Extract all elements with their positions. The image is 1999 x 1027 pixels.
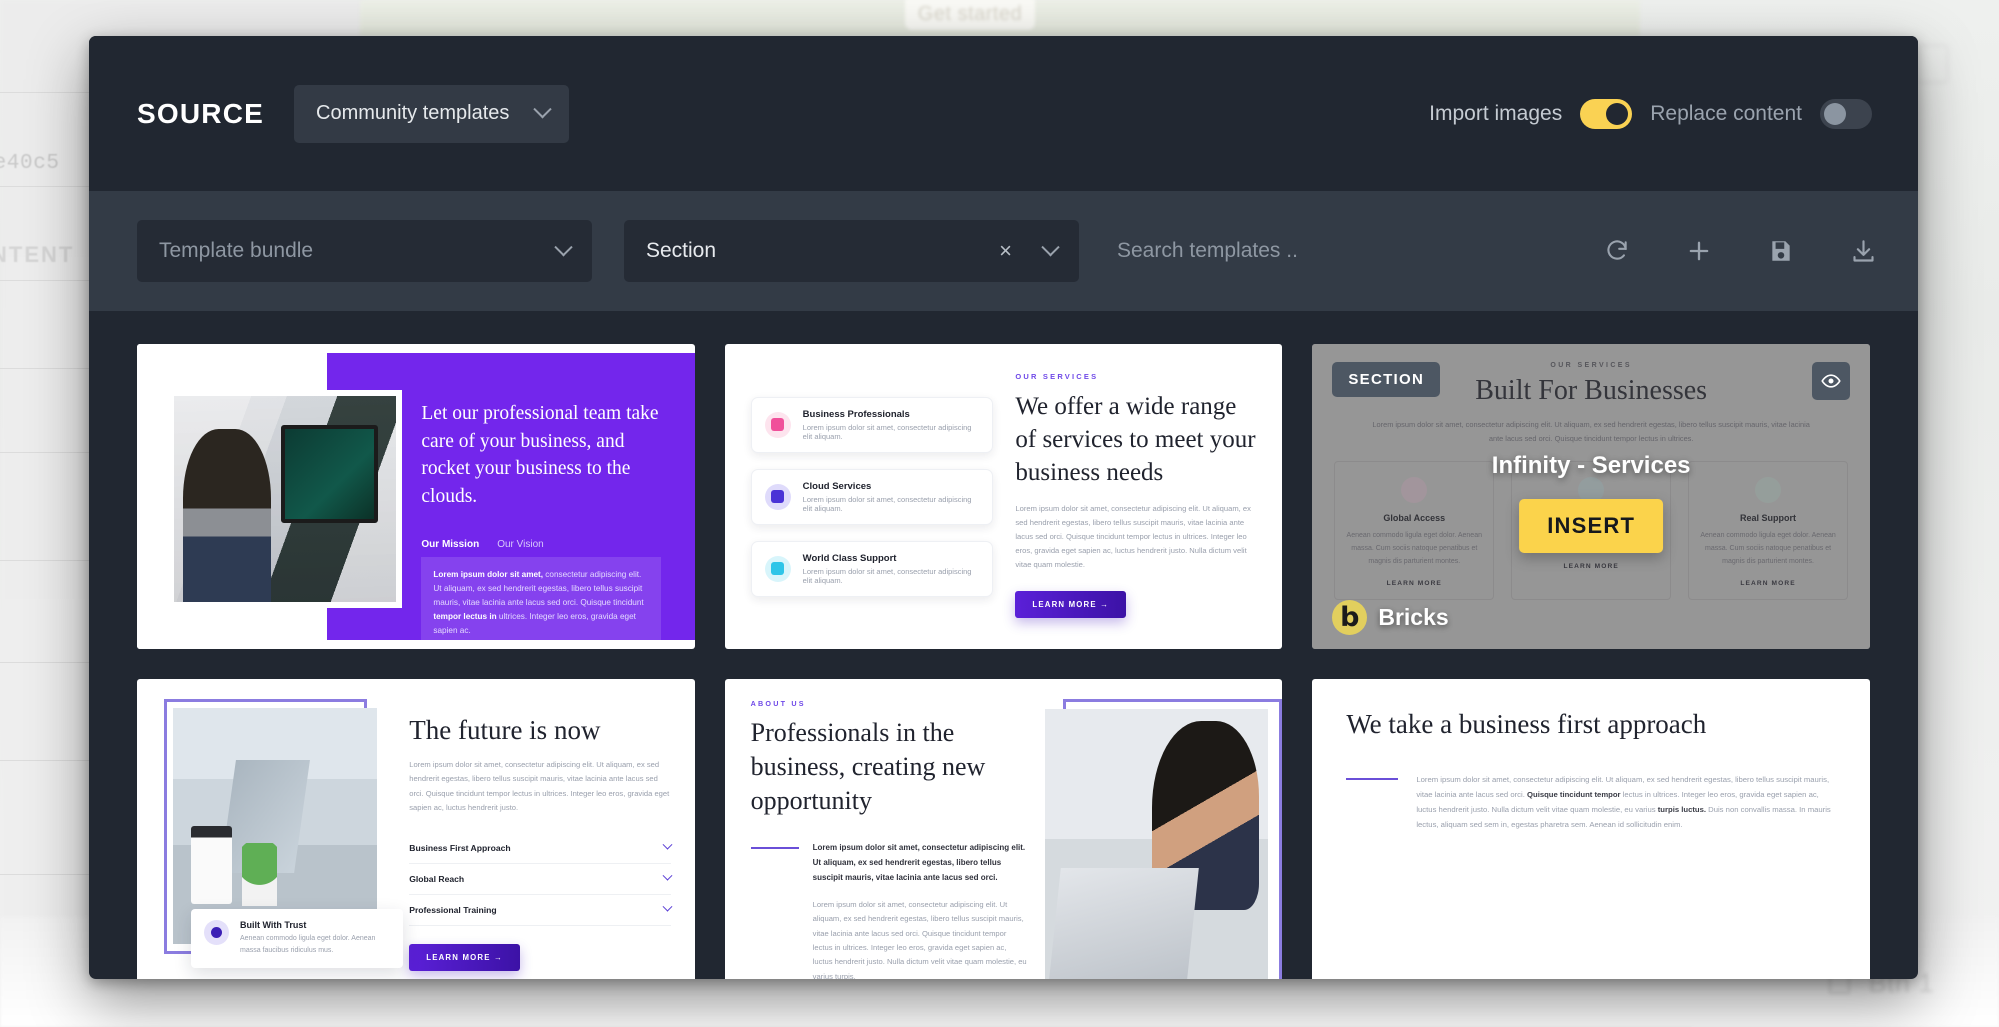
bullet-icon <box>204 920 229 945</box>
template-card-professionals-in-the-business[interactable]: ABOUT US Professionals in the business, … <box>725 679 1283 979</box>
template-bundle-select[interactable]: Template bundle <box>137 220 592 282</box>
search-input[interactable] <box>1117 239 1537 263</box>
template-type-value: Section <box>646 239 716 263</box>
card2-feature-desc: Lorem ipsum dolor sit amet, consectetur … <box>803 495 980 513</box>
card5-eyebrow: ABOUT US <box>751 699 1027 708</box>
card6-body-b: Quisque tincidunt tempor <box>1527 790 1621 799</box>
accordion-label: Professional Training <box>409 905 496 915</box>
card4-heading: The future is now <box>409 715 670 746</box>
save-icon[interactable] <box>1766 236 1796 266</box>
card5-photo <box>1045 709 1268 979</box>
insert-button[interactable]: INSERT <box>1519 499 1663 553</box>
card4-callout-desc: Aenean commodo ligula eget dolor. Aenean… <box>240 933 390 958</box>
template-grid: Let our professional team take care of y… <box>89 311 1918 979</box>
card2-feature-row: World Class Support Lorem ipsum dolor si… <box>751 541 994 597</box>
card5-media <box>1045 699 1282 979</box>
bricks-brand: b Bricks <box>1332 600 1448 635</box>
accordion-item[interactable]: Global Reach <box>409 864 670 895</box>
plus-icon[interactable] <box>1684 236 1714 266</box>
preview-eye-button[interactable] <box>1812 362 1850 400</box>
template-type-select[interactable]: Section × <box>624 220 1079 282</box>
card2-feature-desc: Lorem ipsum dolor sit amet, consectetur … <box>803 423 980 441</box>
chevron-down-icon <box>1041 238 1059 256</box>
source-select-value: Community templates <box>316 102 509 125</box>
source-select[interactable]: Community templates <box>294 85 569 143</box>
background-get-started-tab: Get started <box>905 0 1035 30</box>
card5-body-muted: Lorem ipsum dolor sit amet, consectetur … <box>813 898 1027 979</box>
check-icon <box>765 412 791 438</box>
chevron-down-icon <box>662 902 672 912</box>
import-images-toggle[interactable] <box>1580 99 1632 129</box>
card1-photo <box>168 390 402 608</box>
header-toggles: Import images Replace content <box>1429 99 1872 129</box>
card1-heading: Let our professional team take care of y… <box>421 400 661 511</box>
chevron-down-icon <box>554 238 572 256</box>
templates-modal: SOURCE Community templates Import images… <box>89 36 1918 979</box>
card2-feature-title: Business Professionals <box>803 409 980 420</box>
template-card-business-first-approach[interactable]: We take a business first approach Lorem … <box>1312 679 1870 979</box>
divider <box>751 847 799 849</box>
divider <box>1346 778 1398 780</box>
card4-callout-title: Built With Trust <box>240 920 390 930</box>
template-card-built-for-businesses[interactable]: OUR SERVICES Built For Businesses Lorem … <box>1312 344 1870 649</box>
template-card-wide-range-of-services[interactable]: Business Professionals Lorem ipsum dolor… <box>725 344 1283 649</box>
replace-content-toggle[interactable] <box>1820 99 1872 129</box>
card4-media: Built With Trust Aenean commodo ligula e… <box>161 699 385 964</box>
chevron-down-icon <box>533 100 551 118</box>
card4-body: Lorem ipsum dolor sit amet, consectetur … <box>409 758 670 816</box>
bricks-brand-name: Bricks <box>1378 604 1448 631</box>
bg-sidebar-text-0: ces <box>0 32 1 63</box>
replace-content-label: Replace content <box>1650 102 1802 126</box>
card1-body-strong2: tempor lectus in <box>433 612 496 621</box>
accordion-item[interactable]: Professional Training <box>409 895 670 926</box>
clear-type-icon[interactable]: × <box>999 240 1012 262</box>
card6-body-d: turpis luctus. <box>1658 805 1706 814</box>
card2-heading: We offer a wide range of services to mee… <box>1015 390 1256 489</box>
refresh-icon[interactable] <box>1602 236 1632 266</box>
card5-body-bold: Lorem ipsum dolor sit amet, consectetur … <box>813 841 1027 885</box>
filter-bar: Template bundle Section × <box>89 191 1918 311</box>
download-icon[interactable] <box>1848 236 1878 266</box>
accordion-item[interactable]: Business First Approach <box>409 833 670 864</box>
template-bundle-placeholder: Template bundle <box>159 239 313 263</box>
bricks-logo-icon: b <box>1332 600 1367 635</box>
bg-sidebar-text-2: CONTENT <box>0 242 74 268</box>
card2-learn-more-button[interactable]: LEARN MORE → <box>1015 591 1126 618</box>
accordion-label: Global Reach <box>409 874 464 884</box>
check-icon <box>765 484 791 510</box>
card1-tab-our-mission[interactable]: Our Mission <box>421 539 479 550</box>
template-card-the-future-is-now[interactable]: Built With Trust Aenean commodo ligula e… <box>137 679 695 979</box>
card4-callout: Built With Trust Aenean commodo ligula e… <box>191 909 403 969</box>
card2-feature-desc: Lorem ipsum dolor sit amet, consectetur … <box>803 567 980 585</box>
modal-header: SOURCE Community templates Import images… <box>89 36 1918 191</box>
card2-eyebrow: OUR SERVICES <box>1015 372 1256 381</box>
card2-feature-list: Business Professionals Lorem ipsum dolor… <box>751 366 994 627</box>
accordion-label: Business First Approach <box>409 843 510 853</box>
card1-tabs: Our Mission Our Vision <box>421 539 661 550</box>
card2-feature-title: Cloud Services <box>803 481 980 492</box>
status-badge: SECTION <box>1332 362 1440 397</box>
card3-overlay-title: Infinity - Services <box>1312 452 1870 480</box>
chevron-down-icon <box>662 871 672 881</box>
card1-tab-our-vision[interactable]: Our Vision <box>497 539 544 550</box>
card2-feature-row: Business Professionals Lorem ipsum dolor… <box>751 397 994 453</box>
card2-feature-title: World Class Support <box>803 553 980 564</box>
card2-body: Lorem ipsum dolor sit amet, consectetur … <box>1015 502 1256 573</box>
modal-title: SOURCE <box>137 98 264 130</box>
card5-heading: Professionals in the business, creating … <box>751 716 1027 817</box>
check-icon <box>765 556 791 582</box>
card1-tab-panel: Lorem ipsum dolor sit amet, consectetur … <box>421 557 661 649</box>
chevron-down-icon <box>662 840 672 850</box>
filter-toolbar <box>1602 236 1878 266</box>
import-images-label: Import images <box>1429 102 1562 126</box>
card1-body-strong: Lorem ipsum dolor sit amet, <box>433 570 543 579</box>
card4-learn-more-button[interactable]: LEARN MORE → <box>409 944 520 971</box>
template-card-professional-team[interactable]: Let our professional team take care of y… <box>137 344 695 649</box>
card2-feature-row: Cloud Services Lorem ipsum dolor sit ame… <box>751 469 994 525</box>
bg-sidebar-text-1: e–ce40c5 <box>0 152 60 175</box>
card6-heading: We take a business first approach <box>1346 709 1836 740</box>
card4-accordion: Business First Approach Global Reach Pro… <box>409 833 670 926</box>
